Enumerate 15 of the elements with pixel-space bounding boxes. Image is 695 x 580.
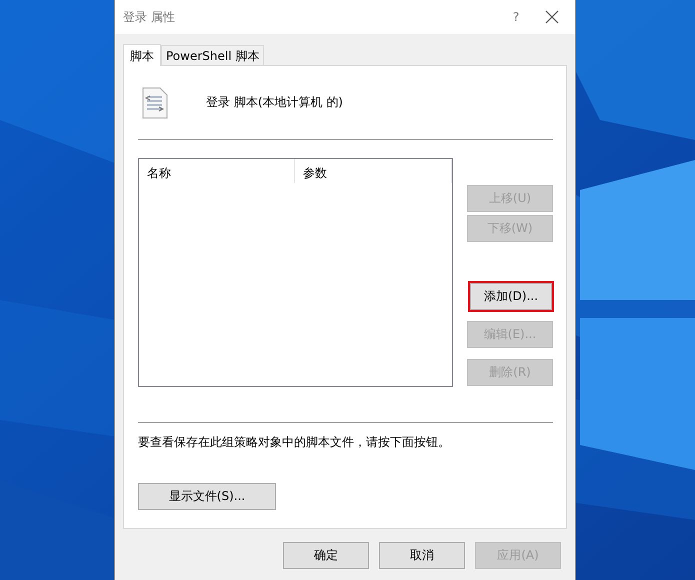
tab[interactable]: PowerShell 脚本 <box>161 45 264 65</box>
dialog-button[interactable]: 取消 <box>379 542 465 569</box>
column-header[interactable]: 名称 <box>139 159 295 183</box>
script-list[interactable]: 名称 参数 <box>138 158 453 387</box>
script-heading: 登录 脚本(本地计算机 的) <box>206 94 343 111</box>
close-icon[interactable] <box>545 10 559 24</box>
column-header[interactable]: 参数 <box>295 159 452 183</box>
side-button[interactable]: 添加(D)... <box>470 283 552 310</box>
help-button[interactable]: ? <box>495 10 537 24</box>
dialog-button[interactable]: 确定 <box>283 542 369 569</box>
show-files-button[interactable]: 显示文件(S)... <box>138 483 276 510</box>
script-file-icon <box>142 86 168 118</box>
tab[interactable]: 脚本 <box>123 44 161 66</box>
instruction-text: 要查看保存在此组策略对象中的脚本文件，请按下面按钮。 <box>138 434 451 451</box>
window-title: 登录 属性 <box>123 8 176 26</box>
